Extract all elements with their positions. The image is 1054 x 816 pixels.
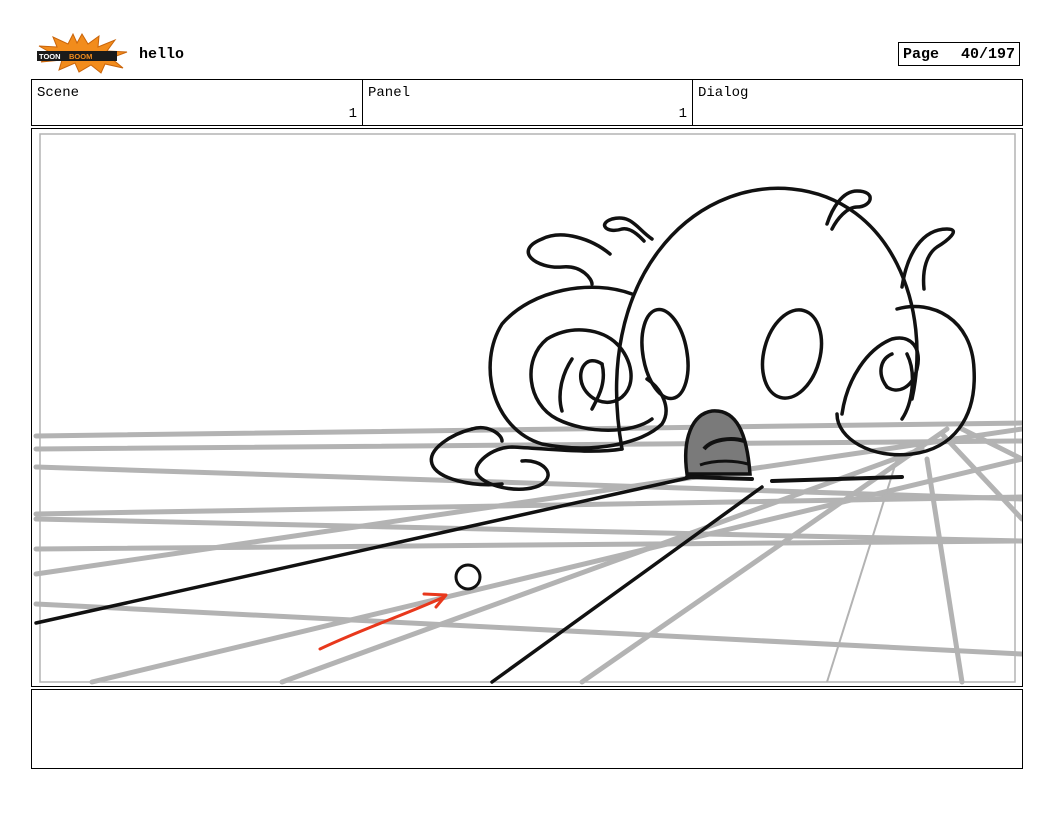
action-notes-box [31, 689, 1023, 769]
logo-text-boom: BOOM [69, 52, 92, 61]
panel-value: 1 [678, 106, 687, 122]
panel-drawing [33, 133, 1022, 685]
page-number: 40/197 [960, 45, 1015, 63]
scene-cell: Scene 1 [32, 80, 362, 125]
scene-label: Scene [37, 85, 80, 101]
project-title: hello [139, 46, 185, 63]
logo-text-toon: TOON [39, 52, 61, 61]
page-indicator: Page 40/197 [898, 42, 1020, 66]
dialog-label: Dialog [698, 85, 749, 101]
toon-boom-logo: TOON BOOM [37, 32, 128, 74]
storyboard-panel [31, 128, 1023, 687]
panel-cell: Panel 1 [362, 80, 692, 125]
panel-label: Panel [368, 85, 411, 101]
page-label: Page [903, 45, 940, 63]
scene-value: 1 [348, 106, 357, 122]
safe-frame [39, 133, 1016, 683]
dialog-cell: Dialog [692, 80, 1022, 125]
octopus-mouth [684, 409, 752, 476]
ball [454, 563, 482, 591]
panel-info-row: Scene 1 Panel 1 Dialog [31, 79, 1023, 126]
